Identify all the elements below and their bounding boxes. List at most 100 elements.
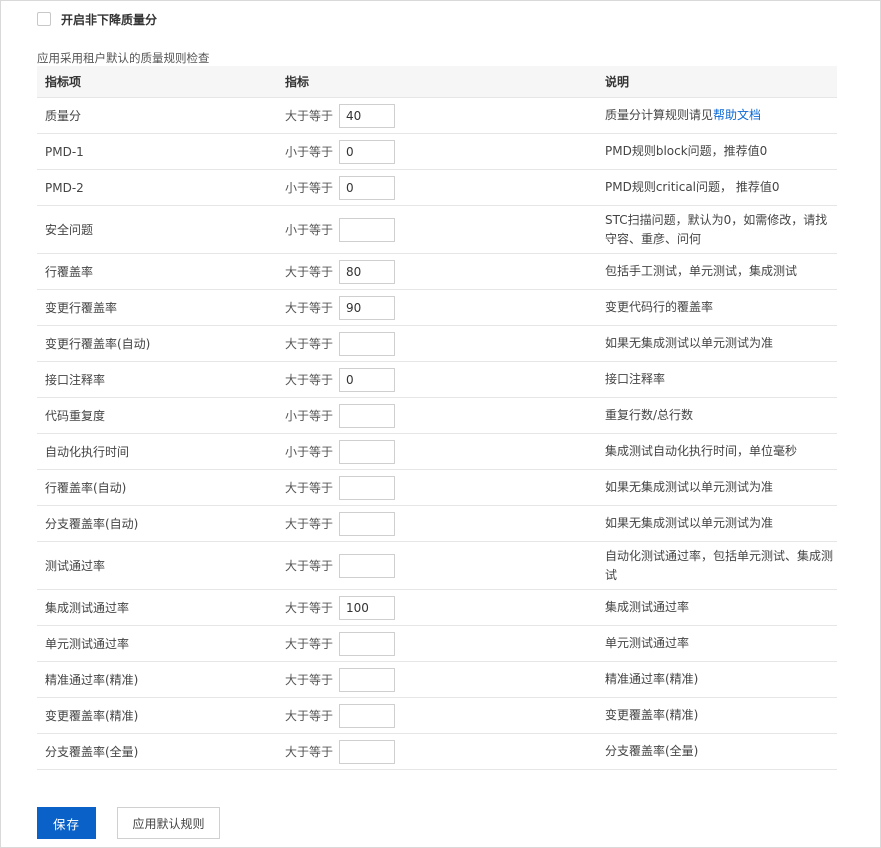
metric-name-cell: 变更覆盖率(精准) xyxy=(37,697,277,734)
description-cell: 如果无集成测试以单元测试为准 xyxy=(597,325,837,362)
table-row: 自动化执行时间 小于等于 集成测试自动化执行时间，单位毫秒 xyxy=(37,433,837,470)
description-cell: STC扫描问题，默认为0，如需修改，请找守容、重彦、问何 xyxy=(597,205,837,254)
threshold-input[interactable] xyxy=(339,595,395,620)
description-text: PMD规则block问题，推荐值0 xyxy=(605,144,768,158)
threshold-input[interactable] xyxy=(339,139,395,164)
description-text: 如果无集成测试以单元测试为准 xyxy=(605,336,774,350)
column-header-description: 说明 xyxy=(597,66,837,98)
table-row: 接口注释率大于等于接口注释率 xyxy=(37,361,837,398)
threshold-cell: 大于等于 xyxy=(277,97,597,134)
help-docs-link[interactable]: 帮助文档 xyxy=(713,108,761,122)
threshold-input[interactable] xyxy=(339,103,395,128)
threshold-cell: 小于等于 xyxy=(277,433,597,470)
description-cell: 接口注释率 xyxy=(597,361,837,398)
description-cell: 重复行数/总行数 xyxy=(597,397,837,434)
description-cell: 集成测试自动化执行时间，单位毫秒 xyxy=(597,433,837,470)
metric-name-cell: 安全问题 xyxy=(37,205,277,254)
comparison-operator: 大于等于 xyxy=(285,481,334,495)
threshold-cell: 大于等于 xyxy=(277,589,597,626)
comparison-operator: 大于等于 xyxy=(285,301,334,315)
metric-name-cell: 行覆盖率(自动) xyxy=(37,469,277,506)
description-cell: 集成测试通过率 xyxy=(597,589,837,626)
metric-name-cell: 变更行覆盖率(自动) xyxy=(37,325,277,362)
table-row: 行覆盖率大于等于 包括手工测试，单元测试，集成测试 xyxy=(37,253,837,290)
description-text: STC扫描问题，默认为0，如需修改，请找守容、重彦、问何 xyxy=(605,212,828,246)
threshold-input[interactable] xyxy=(339,403,395,428)
column-header-item: 指标项 xyxy=(37,66,277,98)
threshold-input[interactable] xyxy=(339,667,395,692)
column-header-threshold: 指标 xyxy=(277,66,597,98)
table-row: 变更行覆盖率(自动) 大于等于 如果无集成测试以单元测试为准 xyxy=(37,325,837,362)
threshold-input[interactable] xyxy=(339,553,395,578)
table-row: 变更行覆盖率大于等于 变更代码行的覆盖率 xyxy=(37,289,837,326)
threshold-cell: 小于等于 xyxy=(277,169,597,206)
table-row: 变更覆盖率(精准) 大于等于 变更覆盖率(精准) xyxy=(37,697,837,734)
description-cell: 如果无集成测试以单元测试为准 xyxy=(597,505,837,542)
comparison-operator: 大于等于 xyxy=(285,745,334,759)
threshold-cell: 小于等于 xyxy=(277,133,597,170)
table-row: 行覆盖率(自动) 大于等于 如果无集成测试以单元测试为准 xyxy=(37,469,837,506)
threshold-input[interactable] xyxy=(339,217,395,242)
non-decreasing-quality-checkbox[interactable] xyxy=(37,12,51,26)
rules-table-body: 质量分大于等于 质量分计算规则请见帮助文档 PMD-1 小于等于 PMD规则block问… xyxy=(37,97,837,770)
threshold-input[interactable] xyxy=(339,511,395,536)
description-cell: 精准通过率(精准) xyxy=(597,661,837,698)
threshold-input[interactable] xyxy=(339,475,395,500)
comparison-operator: 大于等于 xyxy=(285,265,334,279)
default-rules-note: 应用采用租户默认的质量规则检查 xyxy=(37,51,210,65)
non-decreasing-quality-toggle[interactable]: 开启非下降质量分 xyxy=(37,11,157,27)
non-decreasing-quality-label: 开启非下降质量分 xyxy=(61,12,158,27)
threshold-input[interactable] xyxy=(339,439,395,464)
description-text: 集成测试通过率 xyxy=(605,600,690,614)
apply-default-rules-button[interactable]: 应用默认规则 xyxy=(117,807,220,839)
comparison-operator: 小于等于 xyxy=(285,181,334,195)
rules-panel: 开启非下降质量分 应用采用租户默认的质量规则检查 指标项 指标 说明 质量分 大于… xyxy=(0,0,881,848)
description-cell: 自动化测试通过率，包括单元测试、集成测试 xyxy=(597,541,837,590)
metric-name-cell: 测试通过率 xyxy=(37,541,277,590)
threshold-input[interactable] xyxy=(339,631,395,656)
comparison-operator: 大于等于 xyxy=(285,709,334,723)
metric-name-cell: 自动化执行时间 xyxy=(37,433,277,470)
description-cell: 如果无集成测试以单元测试为准 xyxy=(597,469,837,506)
description-cell: 包括手工测试，单元测试，集成测试 xyxy=(597,253,837,290)
description-cell: PMD规则critical问题， 推荐值0 xyxy=(597,169,837,206)
comparison-operator: 大于等于 xyxy=(285,601,334,615)
description-text: 变更代码行的覆盖率 xyxy=(605,300,714,314)
comparison-operator: 大于等于 xyxy=(285,109,334,123)
metric-name-cell: 分支覆盖率(自动) xyxy=(37,505,277,542)
table-row: 集成测试通过率大于等于集成测试通过率 xyxy=(37,589,837,626)
table-row: 分支覆盖率(自动) 大于等于 如果无集成测试以单元测试为准 xyxy=(37,505,837,542)
threshold-input[interactable] xyxy=(339,259,395,284)
metric-name-cell: 行覆盖率 xyxy=(37,253,277,290)
description-cell: 质量分计算规则请见帮助文档 xyxy=(597,97,837,134)
comparison-operator: 大于等于 xyxy=(285,337,334,351)
description-text: 如果无集成测试以单元测试为准 xyxy=(605,480,774,494)
table-row: 精准通过率(精准) 大于等于 精准通过率(精准) xyxy=(37,661,837,698)
metric-name-cell: 单元测试通过率 xyxy=(37,625,277,662)
description-text: 分支覆盖率(全量) xyxy=(605,744,699,758)
description-text: PMD规则critical问题， 推荐值0 xyxy=(605,180,780,194)
threshold-cell: 大于等于 xyxy=(277,289,597,326)
threshold-input[interactable] xyxy=(339,175,395,200)
description-text: 接口注释率 xyxy=(605,372,666,386)
comparison-operator: 大于等于 xyxy=(285,637,334,651)
threshold-cell: 大于等于 xyxy=(277,253,597,290)
save-button[interactable]: 保存 xyxy=(37,807,96,839)
threshold-input[interactable] xyxy=(339,367,395,392)
comparison-operator: 大于等于 xyxy=(285,673,334,687)
threshold-input[interactable] xyxy=(339,703,395,728)
comparison-operator: 小于等于 xyxy=(285,223,334,237)
threshold-input[interactable] xyxy=(339,331,395,356)
metric-name-cell: 集成测试通过率 xyxy=(37,589,277,626)
threshold-input[interactable] xyxy=(339,739,395,764)
table-row: 单元测试通过率 大于等于 单元测试通过率 xyxy=(37,625,837,662)
quality-rules-table: 指标项 指标 说明 质量分大于等于质量分计算规则请见帮助文档PMD-1小于等于P… xyxy=(37,66,837,770)
description-text: 精准通过率(精准) xyxy=(605,672,699,686)
description-cell: 分支覆盖率(全量) xyxy=(597,733,837,770)
metric-name-cell: 质量分 xyxy=(37,97,277,134)
threshold-input[interactable] xyxy=(339,295,395,320)
table-row: 代码重复度 小于等于 重复行数/总行数 xyxy=(37,397,837,434)
description-text: 单元测试通过率 xyxy=(605,636,690,650)
description-text: 集成测试自动化执行时间，单位毫秒 xyxy=(605,444,798,458)
comparison-operator: 大于等于 xyxy=(285,373,334,387)
